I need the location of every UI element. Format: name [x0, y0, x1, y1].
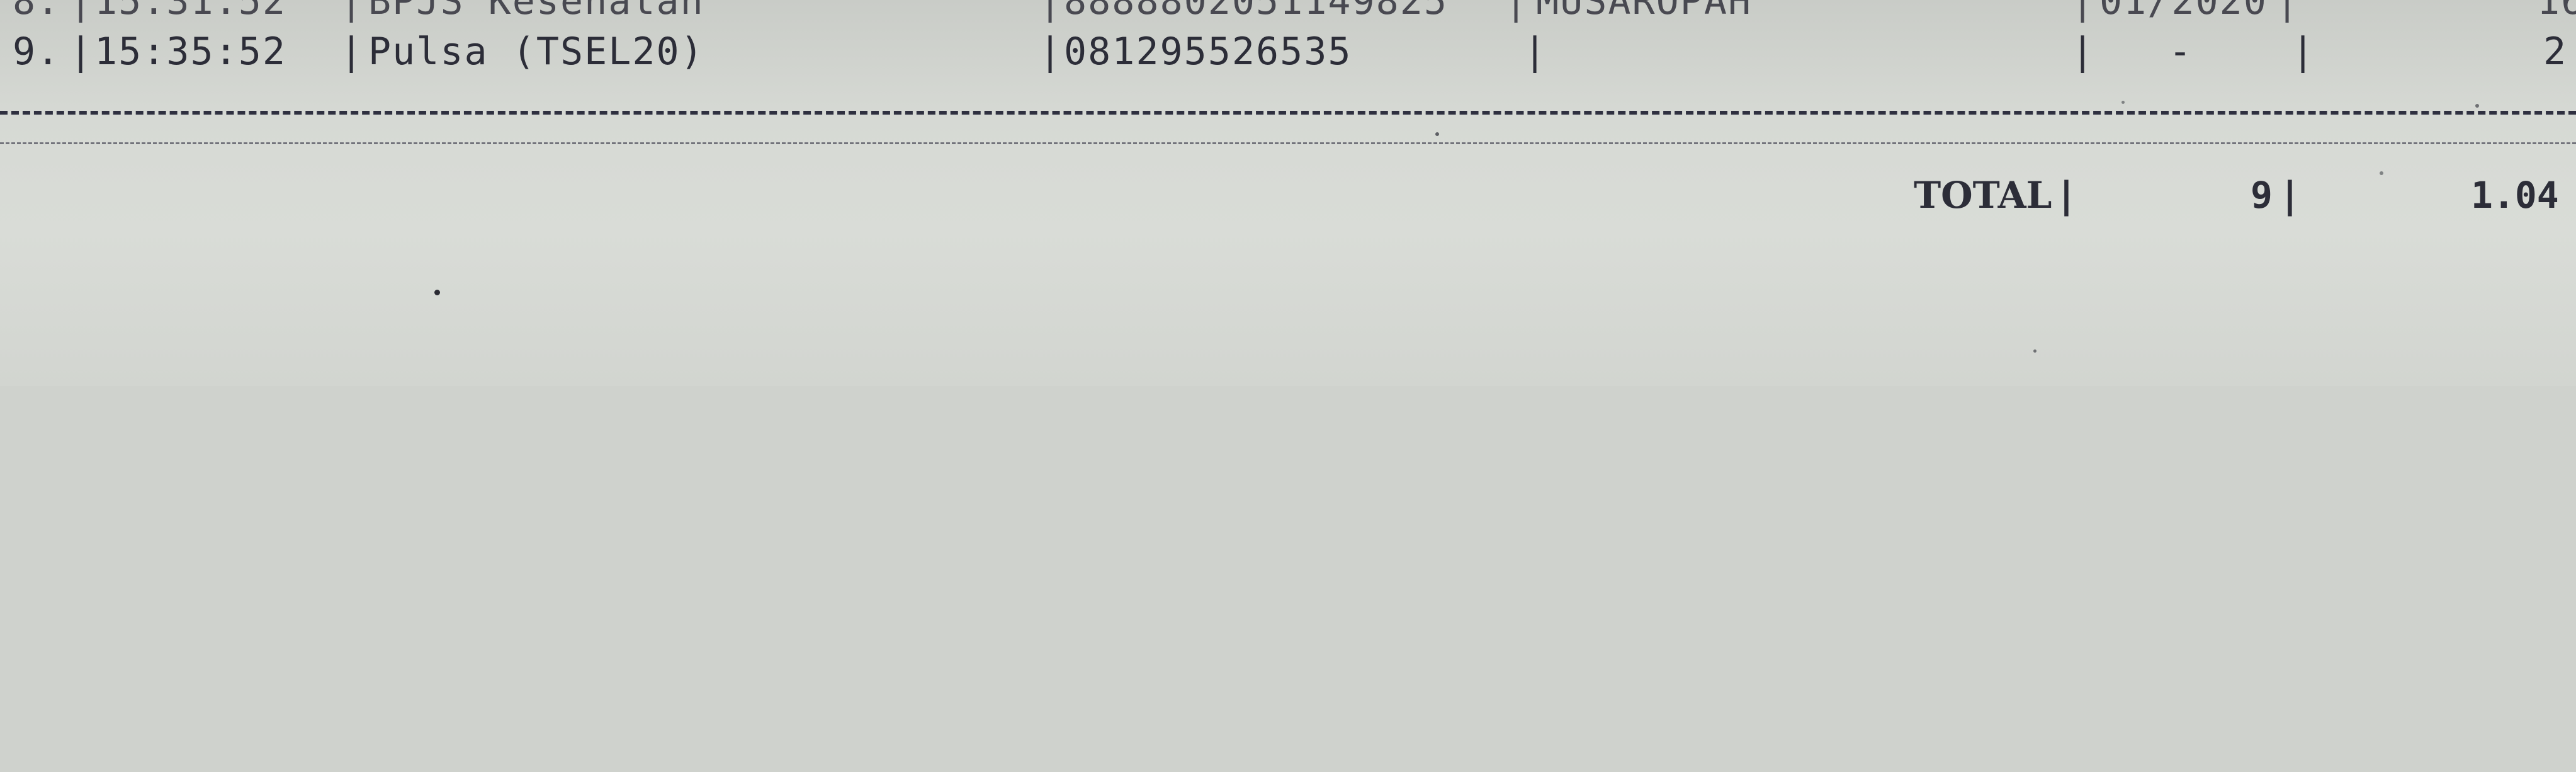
total-label: TOTAL	[1914, 174, 2052, 217]
ink-speck	[2380, 171, 2383, 175]
row-period: 01/2020	[2099, 0, 2268, 23]
separator: |	[2055, 174, 2077, 217]
row-customer-id: 081295526535	[1064, 30, 1352, 74]
ink-speck	[2475, 104, 2479, 108]
separator: |	[1523, 30, 1548, 74]
separator: |	[1505, 0, 1529, 23]
separator: |	[2071, 30, 2096, 74]
total-amount: 1.04	[2471, 174, 2559, 217]
ink-speck	[2033, 349, 2037, 353]
separator: |	[340, 30, 364, 74]
separator: |	[69, 30, 94, 74]
row-number: 9.	[13, 30, 61, 74]
row-period: -	[2169, 30, 2193, 74]
separator: |	[2291, 30, 2316, 74]
separator: |	[2279, 174, 2301, 217]
dashed-divider	[0, 142, 2576, 144]
separator: |	[69, 0, 94, 23]
row-time: 15:31:52	[94, 0, 286, 23]
separator: |	[340, 0, 364, 23]
row-customer-id: 8888802051149825	[1064, 0, 1448, 23]
ink-speck	[2121, 101, 2125, 104]
ink-speck	[1435, 132, 1439, 136]
separator: |	[2276, 0, 2300, 23]
separator: |	[1039, 0, 1063, 23]
row-customer-name: MUSAROPAH	[1536, 0, 1753, 23]
receipt-paper: 8. | 15:31:52 | BPJS Kesehatan | 8888802…	[0, 0, 2576, 386]
row-number: 8.	[13, 0, 61, 23]
row-product: Pulsa (TSEL20)	[368, 30, 704, 74]
total-row: TOTAL | 9 | 1.04	[0, 170, 2576, 220]
separator: |	[2071, 0, 2096, 23]
row-amount: 2	[2543, 30, 2568, 74]
ink-speck	[434, 290, 440, 295]
table-row: 8. | 15:31:52 | BPJS Kesehatan | 8888802…	[0, 0, 2576, 26]
separator: |	[1039, 30, 1063, 74]
row-amount: 16	[2537, 0, 2576, 23]
total-count: 9	[2251, 174, 2273, 217]
row-time: 15:35:52	[94, 30, 286, 74]
row-product: BPJS Kesehatan	[368, 0, 704, 23]
table-row: 9. | 15:35:52 | Pulsa (TSEL20) | 0812955…	[0, 26, 2566, 77]
dashed-divider	[0, 111, 2576, 115]
